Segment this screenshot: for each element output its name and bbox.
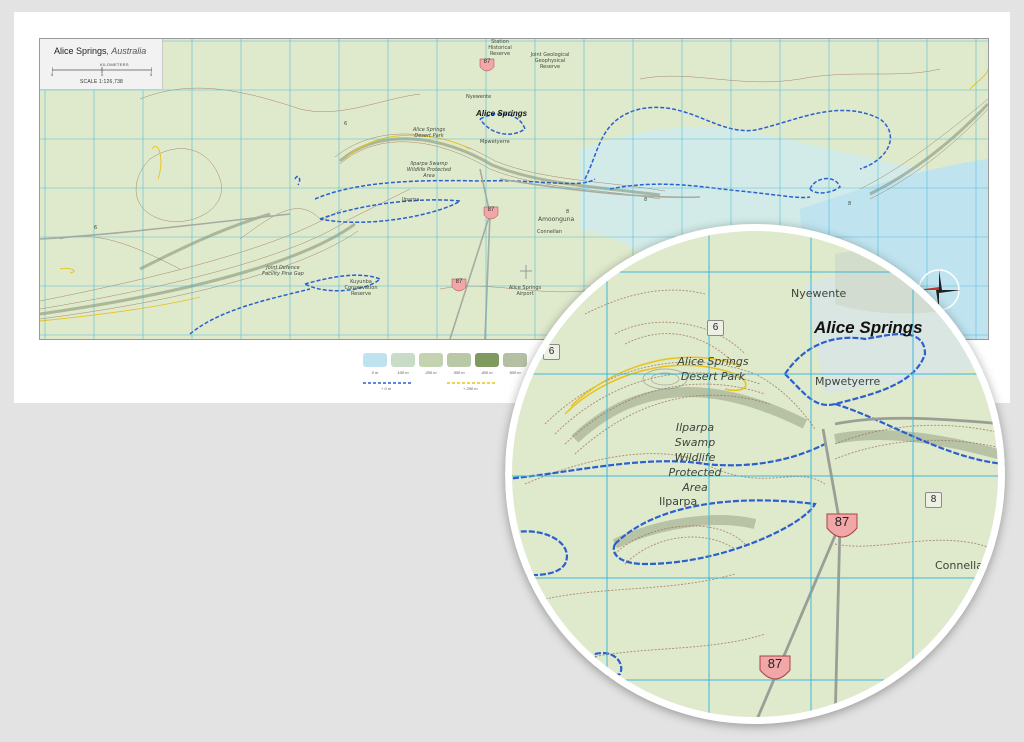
legend-swatch xyxy=(363,353,387,367)
road-number: 8 xyxy=(566,209,570,215)
legend-swatch xyxy=(391,353,415,367)
label-connellan: Connellan xyxy=(537,229,562,235)
label-nyewente: Nyewente xyxy=(466,94,492,100)
legend-swatch xyxy=(447,353,471,367)
legend-swatch xyxy=(475,353,499,367)
road-number: 8 xyxy=(848,201,852,207)
label-ilparpa-area: Ilparpa Swamp Wildlife Protected Area xyxy=(406,161,452,179)
map-title-place: Alice Springs xyxy=(54,46,107,56)
legend-swatch xyxy=(419,353,443,367)
legend-swatch-label: 500 m xyxy=(509,370,521,375)
road-number: 6 xyxy=(94,225,98,231)
shield-label: 87 xyxy=(483,59,491,65)
scale-tick: 0 xyxy=(101,72,104,77)
label-alice-springs[interactable]: Alice Springs xyxy=(476,110,527,118)
legend-swatch-label: 200 m xyxy=(425,370,437,375)
label-airport: Alice Springs Airport xyxy=(508,285,542,297)
legend-lines-icon xyxy=(363,382,497,384)
label-amoonguna: Amoonguna xyxy=(538,216,575,223)
label-geophysical: Joint Geological Geophysical Reserve xyxy=(530,52,570,70)
scale-tick: 5 xyxy=(150,72,153,77)
zoom-magnifier[interactable]: 87 87 Alice Springs Nyewente Mpwetyerre … xyxy=(505,224,1005,724)
shield-label: 87 xyxy=(455,279,463,285)
road-number: 6 xyxy=(344,121,348,127)
legend-line-label: + 0 m xyxy=(381,386,392,391)
legend-swatch xyxy=(503,353,527,367)
label-ilparpa: Ilparpa xyxy=(402,197,420,203)
label-heritage: Station Historical Reserve xyxy=(488,39,512,57)
legend-swatch-label: 400 m xyxy=(481,370,493,375)
shield-label: 87 xyxy=(487,207,495,213)
label-conservation: Kuyunba Conservation Reserve xyxy=(344,279,378,297)
road-number: 8 xyxy=(644,197,648,203)
label-park: Alice Springs Desert Park xyxy=(412,127,446,139)
map-title-region: , Australia xyxy=(106,46,147,56)
scale-text: SCALE 1:126,738 xyxy=(80,79,124,85)
label-joint-defence: Joint Defence Facility Pine Gap xyxy=(262,265,304,277)
legend-swatch-label: 300 m xyxy=(453,370,465,375)
scale-tick: 5 xyxy=(51,72,54,77)
zoom-ring xyxy=(505,224,1005,724)
map-title-box: Alice Springs, Australia KILOMETERS 5 0 … xyxy=(40,39,163,90)
legend-line-label: + 250 m xyxy=(463,386,478,391)
legend-swatch-label: 0 m xyxy=(371,370,379,375)
legend-swatch-label: 100 m xyxy=(397,370,409,375)
map-title: Alice Springs, Australia xyxy=(54,46,146,56)
label-mpwetyerre: Mpwetyerre xyxy=(480,139,510,145)
